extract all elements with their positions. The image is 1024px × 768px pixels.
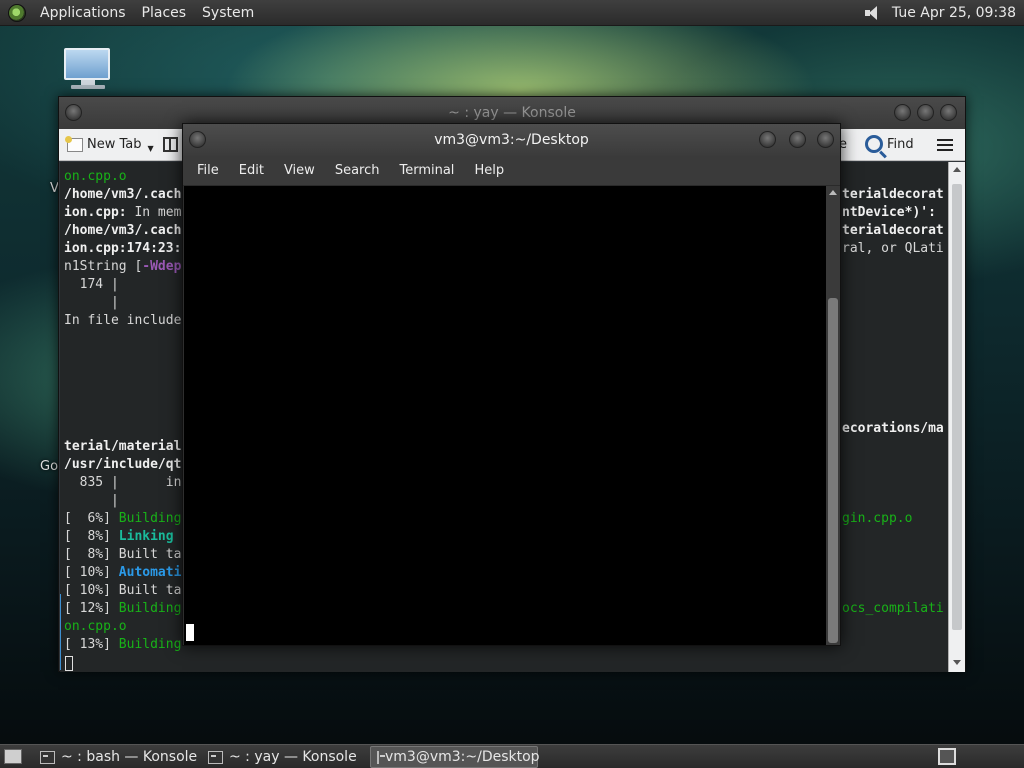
konsole-title: ~ : yay — Konsole bbox=[448, 105, 576, 121]
terminal-line-fragment: ntDevice*)': bbox=[842, 205, 936, 220]
monitor-base bbox=[71, 85, 105, 89]
terminal-line-fragment: terialdecorat bbox=[842, 187, 944, 202]
task-desktop-terminal[interactable]: vm3@vm3:~/Desktop bbox=[370, 746, 540, 768]
terminal-line: on.cpp.o bbox=[64, 619, 127, 634]
hamburger-menu-icon[interactable] bbox=[937, 139, 953, 151]
terminal-line-fragment: gin.cpp.o bbox=[842, 511, 913, 526]
taskbar: ~ : bash — Konsole ~ : yay — Konsole vm3… bbox=[0, 744, 1024, 768]
terminal-cursor bbox=[186, 624, 194, 641]
menu-file[interactable]: File bbox=[187, 163, 229, 178]
terminal-line: In file include bbox=[64, 313, 182, 328]
menu-help[interactable]: Help bbox=[464, 163, 514, 178]
terminal-line: | bbox=[64, 295, 119, 310]
new-tab-button[interactable]: New Tab ▼ bbox=[65, 135, 154, 153]
volume-icon[interactable] bbox=[864, 5, 882, 21]
task-label: ~ : yay — Konsole bbox=[229, 749, 357, 765]
terminal-line: [ 10%] Automati bbox=[64, 565, 182, 580]
close-icon[interactable] bbox=[817, 131, 834, 148]
minimize-icon[interactable] bbox=[894, 104, 911, 121]
scroll-down-icon[interactable] bbox=[953, 660, 961, 665]
terminal-line: [ 12%] Building bbox=[64, 601, 182, 616]
terminal-scrollbar[interactable] bbox=[826, 186, 840, 645]
window-menu-icon[interactable] bbox=[65, 104, 82, 121]
monitor-icon bbox=[64, 48, 110, 80]
desktop-label-partial[interactable]: Go bbox=[40, 459, 58, 474]
workspace-switcher-icon[interactable] bbox=[938, 748, 956, 765]
find-label: Find bbox=[887, 136, 914, 152]
maximize-icon[interactable] bbox=[789, 131, 806, 148]
terminal-line: ion.cpp:174:23: bbox=[64, 241, 182, 256]
terminal-line-fragment: terialdecorat bbox=[842, 223, 944, 238]
terminal-line: [ 10%] Built ta bbox=[64, 583, 182, 598]
scroll-marker bbox=[60, 594, 61, 670]
terminal-line: [ 13%] Building bbox=[64, 637, 182, 652]
terminal-window[interactable]: vm3@vm3:~/Desktop File Edit View Search … bbox=[182, 123, 841, 646]
chevron-down-icon[interactable]: ▼ bbox=[148, 144, 154, 153]
split-view-icon[interactable] bbox=[163, 137, 178, 152]
scroll-up-icon[interactable] bbox=[829, 190, 837, 195]
terminal-icon bbox=[208, 750, 223, 764]
terminal-line: on.cpp.o bbox=[64, 169, 127, 184]
search-icon bbox=[865, 135, 883, 153]
window-menu-icon[interactable] bbox=[189, 131, 206, 148]
terminal-title: vm3@vm3:~/Desktop bbox=[434, 132, 589, 148]
terminal-line: /usr/include/qt bbox=[64, 457, 182, 472]
distro-logo-icon[interactable] bbox=[8, 3, 26, 22]
terminal-cursor bbox=[65, 656, 73, 671]
terminal-line: n1String [-Wdep bbox=[64, 259, 182, 274]
menu-view[interactable]: View bbox=[274, 163, 325, 178]
terminal-titlebar[interactable]: vm3@vm3:~/Desktop bbox=[183, 124, 840, 156]
task-bash-konsole[interactable]: ~ : bash — Konsole bbox=[34, 746, 203, 768]
menu-terminal[interactable]: Terminal bbox=[389, 163, 464, 178]
scrollbar-thumb[interactable] bbox=[952, 184, 962, 630]
terminal-line-fragment: ral, or QLati bbox=[842, 241, 944, 256]
panel-tray: Tue Apr 25, 09:38 bbox=[864, 0, 1016, 26]
menu-places[interactable]: Places bbox=[134, 5, 195, 21]
menu-system[interactable]: System bbox=[194, 5, 262, 21]
terminal-line-fragment: ecorations/ma bbox=[842, 421, 944, 436]
terminal-screen[interactable] bbox=[184, 186, 826, 645]
terminal-line: | bbox=[64, 493, 119, 508]
terminal-menubar: File Edit View Search Terminal Help bbox=[183, 156, 840, 186]
task-yay-konsole[interactable]: ~ : yay — Konsole bbox=[202, 746, 363, 768]
maximize-icon[interactable] bbox=[917, 104, 934, 121]
terminal-icon bbox=[40, 750, 55, 764]
new-tab-label: New Tab bbox=[87, 137, 142, 152]
computer-desktop-icon[interactable] bbox=[64, 48, 112, 94]
menu-search[interactable]: Search bbox=[325, 163, 390, 178]
terminal-line: ion.cpp: In mem bbox=[64, 205, 182, 220]
scrollbar-thumb[interactable] bbox=[828, 298, 838, 643]
show-desktop-icon[interactable] bbox=[4, 749, 22, 764]
terminal-line: 835 | inl bbox=[64, 475, 190, 490]
terminal-line-fragment: ocs_compilati bbox=[842, 601, 944, 616]
terminal-line: terial/material bbox=[64, 439, 182, 454]
menu-applications[interactable]: Applications bbox=[32, 5, 134, 21]
terminal-line: 174 | bbox=[64, 277, 119, 292]
scroll-up-icon[interactable] bbox=[953, 167, 961, 172]
task-label: vm3@vm3:~/Desktop bbox=[385, 749, 540, 765]
task-label: ~ : bash — Konsole bbox=[61, 749, 198, 765]
top-panel: Applications Places System Tue Apr 25, 0… bbox=[0, 0, 1024, 26]
close-icon[interactable] bbox=[940, 104, 957, 121]
terminal-line: [ 6%] Building bbox=[64, 511, 182, 526]
minimize-icon[interactable] bbox=[759, 131, 776, 148]
terminal-line: /home/vm3/.cach bbox=[64, 187, 182, 202]
terminal-icon bbox=[377, 750, 385, 764]
terminal-line: [ 8%] Linking bbox=[64, 529, 174, 544]
terminal-line: /home/vm3/.cach bbox=[64, 223, 182, 238]
menu-edit[interactable]: Edit bbox=[229, 163, 274, 178]
find-button[interactable]: Find bbox=[865, 135, 914, 153]
new-tab-icon bbox=[65, 135, 83, 152]
konsole-scrollbar[interactable] bbox=[948, 162, 965, 672]
clock[interactable]: Tue Apr 25, 09:38 bbox=[892, 5, 1016, 21]
terminal-line: [ 8%] Built ta bbox=[64, 547, 182, 562]
